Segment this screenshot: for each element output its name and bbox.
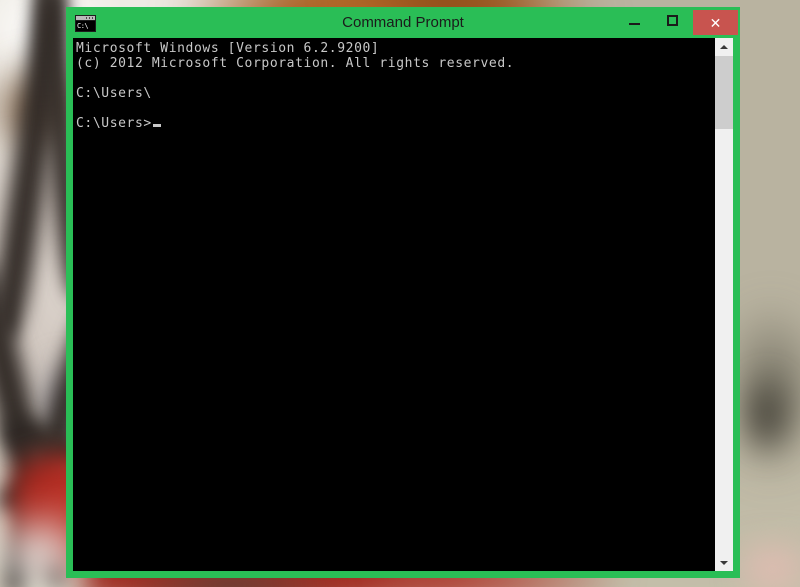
scrollbar-track[interactable] bbox=[715, 55, 733, 554]
scroll-down-button[interactable] bbox=[715, 554, 733, 571]
scroll-up-button[interactable] bbox=[715, 38, 733, 55]
console-line: C:\Users\ bbox=[76, 86, 152, 101]
minimize-button[interactable] bbox=[614, 7, 654, 34]
close-button[interactable]: ✕ bbox=[693, 10, 738, 35]
close-icon: ✕ bbox=[709, 14, 722, 31]
maximize-button[interactable] bbox=[652, 7, 692, 34]
console-prompt-line: C:\Users> bbox=[76, 116, 715, 131]
minimize-icon bbox=[628, 22, 640, 25]
wallpaper-right-shadow-2 bbox=[742, 370, 797, 460]
console-line: Microsoft Windows [Version 6.2.9200] bbox=[76, 41, 380, 56]
screen: C:\ Command Prompt ✕ Microsoft Windows [… bbox=[0, 0, 800, 587]
console-output[interactable]: Microsoft Windows [Version 6.2.9200] (c)… bbox=[73, 38, 715, 571]
scrollbar-thumb[interactable] bbox=[715, 56, 733, 129]
chevron-down-icon bbox=[720, 560, 728, 565]
maximize-icon bbox=[666, 15, 678, 26]
window-client-area: Microsoft Windows [Version 6.2.9200] (c)… bbox=[73, 38, 733, 571]
title-bar[interactable]: C:\ Command Prompt ✕ bbox=[66, 7, 740, 38]
console-line: (c) 2012 Microsoft Corporation. All righ… bbox=[76, 56, 515, 71]
console-prompt: C:\Users> bbox=[76, 116, 152, 131]
wallpaper-right-pink bbox=[740, 540, 800, 587]
command-prompt-window[interactable]: C:\ Command Prompt ✕ Microsoft Windows [… bbox=[66, 7, 740, 578]
text-cursor bbox=[152, 124, 161, 127]
chevron-up-icon bbox=[720, 44, 728, 49]
vertical-scrollbar[interactable] bbox=[715, 38, 733, 571]
